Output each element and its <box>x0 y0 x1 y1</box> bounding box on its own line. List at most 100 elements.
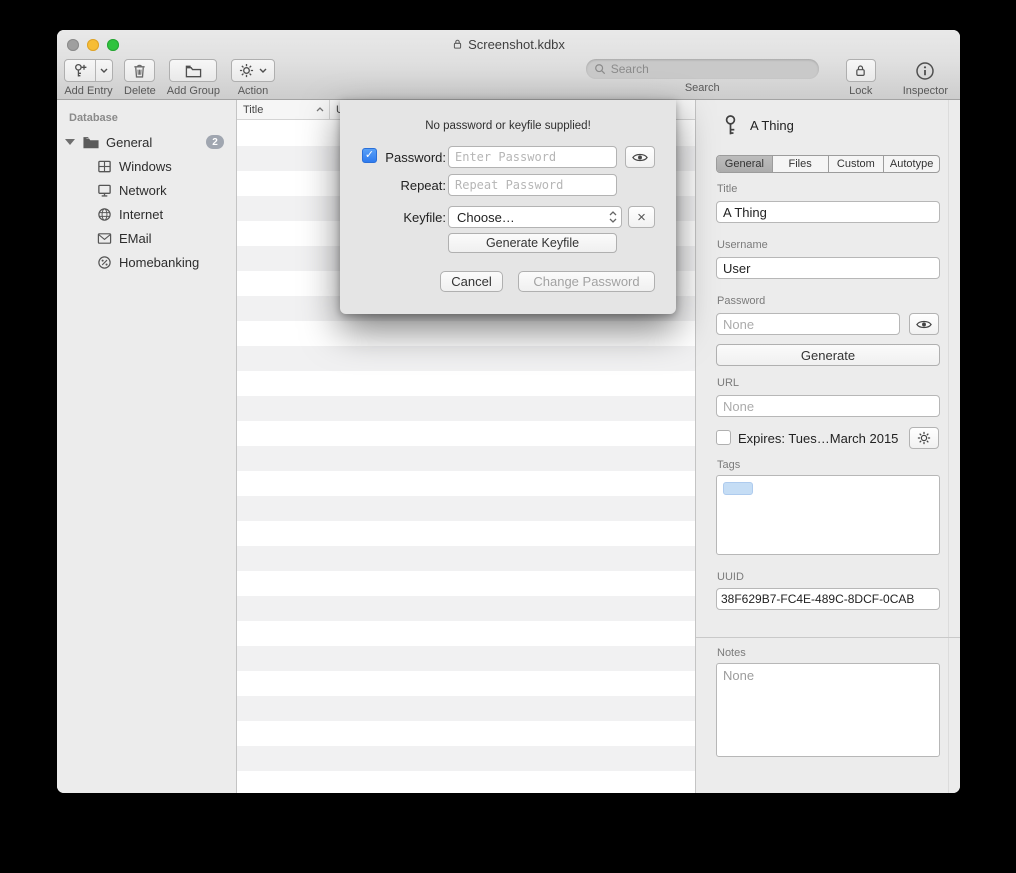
search-box[interactable] <box>586 59 819 79</box>
entry-count-badge: 2 <box>206 135 224 149</box>
add-entry-label: Add Entry <box>64 85 112 97</box>
reveal-password-button[interactable] <box>909 313 939 335</box>
document-lock-icon <box>452 38 463 50</box>
sidebar-item-label: Network <box>119 183 167 198</box>
sidebar-item-label: Internet <box>119 207 163 222</box>
inspector-scrollbar[interactable] <box>948 100 960 793</box>
eye-icon <box>916 319 932 330</box>
sidebar: Database General 2 Windows Network <box>57 100 237 793</box>
envelope-icon <box>97 232 112 245</box>
app-window: Screenshot.kdbx Add Entry <box>57 30 960 793</box>
gear-icon <box>239 63 254 78</box>
notes-field[interactable]: None <box>716 663 940 757</box>
add-group-button[interactable] <box>169 59 217 82</box>
expires-label: Expires: Tues…March 2015 <box>738 431 898 446</box>
add-entry-button[interactable] <box>64 59 113 82</box>
tag-chip[interactable] <box>723 482 753 495</box>
password-field[interactable] <box>716 313 900 335</box>
add-group-item: Add Group <box>167 59 220 97</box>
tab-files[interactable]: Files <box>773 156 829 172</box>
inspector-divider <box>696 637 960 638</box>
folder-icon <box>185 64 202 78</box>
close-x-icon: × <box>637 209 646 226</box>
inspector-button[interactable] <box>915 59 935 82</box>
action-label: Action <box>238 85 269 97</box>
trash-icon <box>132 63 147 79</box>
delete-button[interactable] <box>124 59 155 82</box>
url-field[interactable] <box>716 395 940 417</box>
network-display-icon <box>97 183 112 198</box>
uuid-field[interactable] <box>716 588 940 610</box>
sidebar-group-general[interactable]: General 2 <box>57 130 236 154</box>
notes-placeholder: None <box>723 668 754 683</box>
inspector-label: Inspector <box>903 85 948 97</box>
tags-box[interactable] <box>716 475 940 555</box>
chevron-down-icon[interactable] <box>96 60 112 81</box>
search-item: Search <box>586 59 819 94</box>
notes-label: Notes <box>717 647 746 659</box>
sidebar-item-network[interactable]: Network <box>57 178 236 202</box>
dialog-repeat-label: Repeat: <box>360 178 446 193</box>
folder-icon <box>83 136 99 149</box>
dialog-repeat-input[interactable] <box>448 174 617 196</box>
chevron-down-icon <box>259 68 267 73</box>
action-item: Action <box>231 59 275 97</box>
add-entry-item: Add Entry <box>64 59 113 97</box>
globe-icon <box>97 207 112 222</box>
entry-title: A Thing <box>750 118 794 133</box>
dialog-message: No password or keyfile supplied! <box>340 120 676 132</box>
sidebar-item-internet[interactable]: Internet <box>57 202 236 226</box>
lock-button[interactable] <box>846 59 876 82</box>
title-field-label: Title <box>717 183 737 195</box>
search-icon <box>594 63 606 75</box>
column-header-title[interactable]: Title <box>237 100 329 119</box>
sidebar-group-label: General <box>106 135 199 150</box>
sidebar-item-email[interactable]: EMail <box>57 226 236 250</box>
desktop: { "window": { "title": "Screenshot.kdbx"… <box>0 0 1016 873</box>
key-plus-icon <box>65 60 95 81</box>
gear-icon <box>917 431 931 445</box>
column-title-label: Title <box>243 104 263 116</box>
eye-icon <box>632 152 648 163</box>
windows-icon <box>97 159 112 174</box>
disclosure-triangle-icon[interactable] <box>65 139 75 145</box>
clear-keyfile-button[interactable]: × <box>628 206 655 228</box>
tab-autotype[interactable]: Autotype <box>884 156 939 172</box>
info-icon <box>915 61 935 81</box>
search-input[interactable] <box>611 62 811 76</box>
generate-keyfile-button[interactable]: Generate Keyfile <box>448 233 617 253</box>
delete-item: Delete <box>124 59 156 97</box>
keyfile-dropdown-value: Choose… <box>457 210 609 225</box>
tab-general[interactable]: General <box>717 156 773 172</box>
sidebar-header: Database <box>57 108 236 130</box>
tab-files-label: Files <box>789 158 812 170</box>
sidebar-item-homebanking[interactable]: Homebanking <box>57 250 236 274</box>
dialog-reveal-password-button[interactable] <box>625 146 655 168</box>
stepper-chevrons-icon <box>609 211 617 223</box>
username-field[interactable] <box>716 257 940 279</box>
expires-settings-button[interactable] <box>909 427 939 449</box>
keyfile-dropdown[interactable]: Choose… <box>448 206 622 228</box>
window-title: Screenshot.kdbx <box>57 36 960 52</box>
sidebar-item-windows[interactable]: Windows <box>57 154 236 178</box>
expires-checkbox[interactable] <box>716 430 731 445</box>
cancel-label: Cancel <box>451 274 491 289</box>
change-password-button[interactable]: Change Password <box>518 271 655 292</box>
url-field-label: URL <box>717 377 739 389</box>
sidebar-item-label: Homebanking <box>119 255 199 270</box>
dialog-password-label: Password: <box>360 150 446 165</box>
change-password-label: Change Password <box>533 274 639 289</box>
delete-label: Delete <box>124 85 156 97</box>
action-button[interactable] <box>231 59 275 82</box>
sort-ascending-icon <box>316 107 324 112</box>
tags-label: Tags <box>717 459 740 471</box>
lock-label: Lock <box>849 85 872 97</box>
cancel-button[interactable]: Cancel <box>440 271 503 292</box>
tab-custom[interactable]: Custom <box>829 156 885 172</box>
generate-password-button[interactable]: Generate <box>716 344 940 366</box>
percent-coin-icon <box>97 255 112 270</box>
title-field[interactable] <box>716 201 940 223</box>
tab-autotype-label: Autotype <box>890 158 933 170</box>
add-group-label: Add Group <box>167 85 220 97</box>
dialog-password-input[interactable] <box>448 146 617 168</box>
